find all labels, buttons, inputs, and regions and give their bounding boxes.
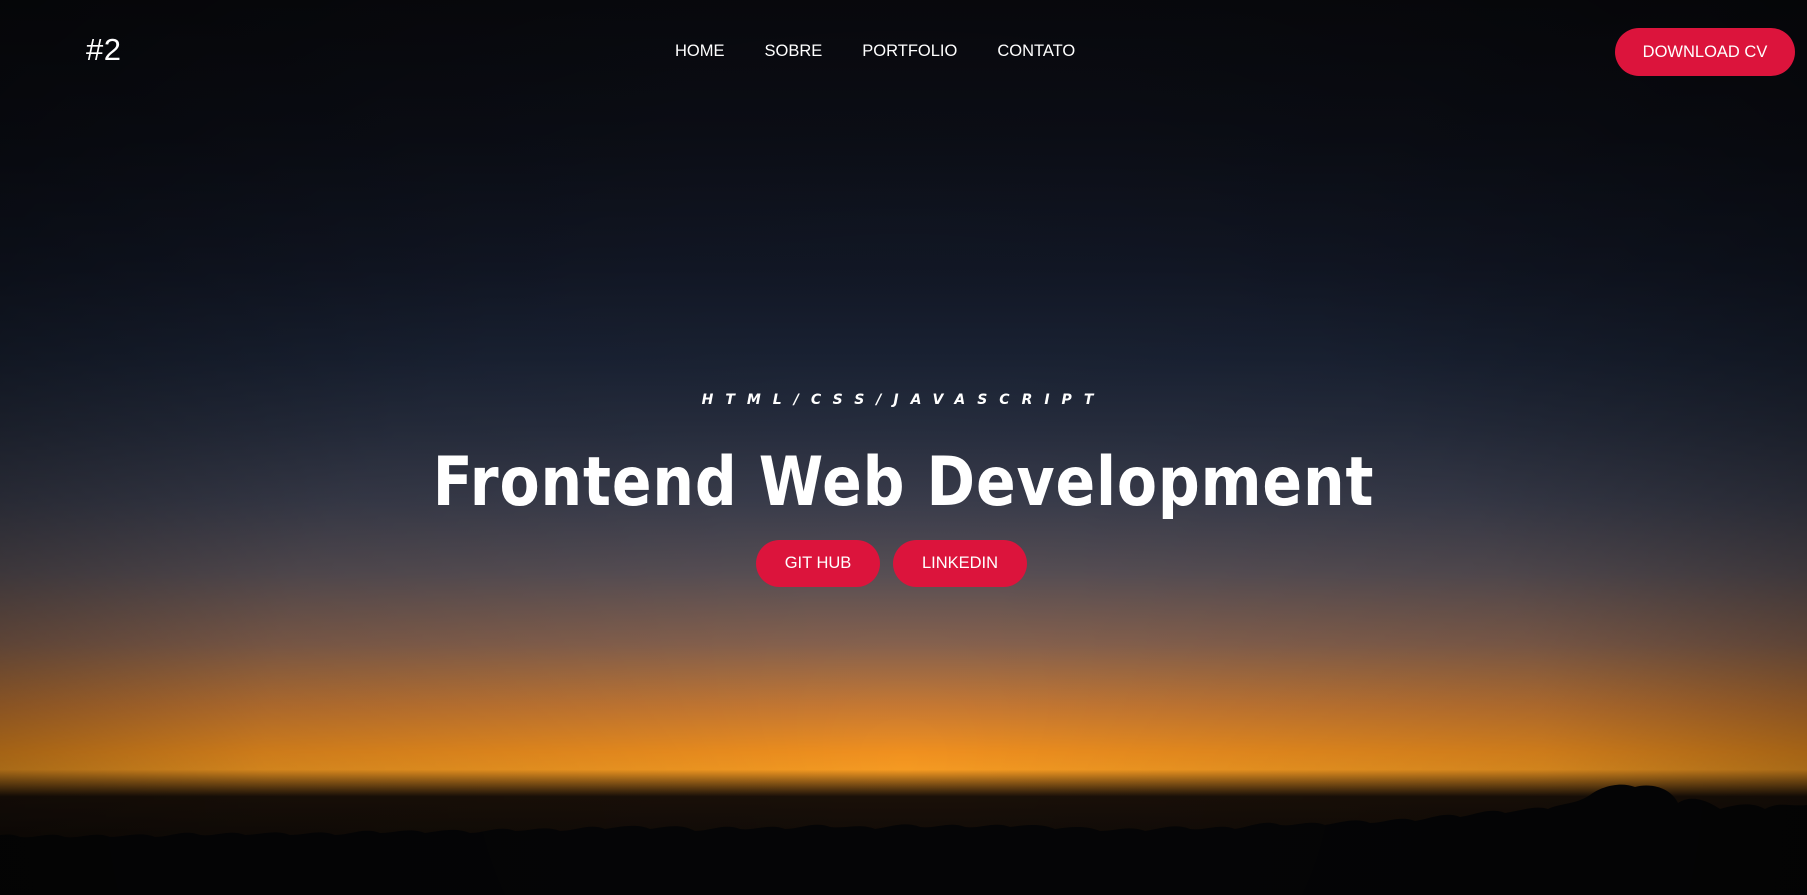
hero-title: Frontend Web Development [432, 443, 1375, 522]
treeline-silhouette [0, 784, 1807, 895]
nav-item-sobre[interactable]: SOBRE [765, 42, 823, 61]
download-cv-button[interactable]: DOWNLOAD CV [1615, 28, 1795, 76]
linkedin-button[interactable]: LINKEDIN [893, 540, 1027, 587]
hero-subtitle: HTML/CSS/JAVASCRIPT [701, 392, 1106, 408]
hero-section: #2 HOME SOBRE PORTFOLIO CONTATO DOWNLOAD… [0, 0, 1807, 895]
site-logo[interactable]: #2 [86, 32, 121, 68]
hero-actions: GIT HUB LINKEDIN [756, 540, 1027, 587]
nav-item-home[interactable]: HOME [675, 42, 725, 61]
nav-item-portfolio[interactable]: PORTFOLIO [862, 42, 957, 61]
nav-menu: HOME SOBRE PORTFOLIO CONTATO [675, 42, 1075, 61]
github-button[interactable]: GIT HUB [756, 540, 880, 587]
top-navbar: #2 HOME SOBRE PORTFOLIO CONTATO DOWNLOAD… [0, 0, 1807, 104]
nav-item-contato[interactable]: CONTATO [997, 42, 1075, 61]
